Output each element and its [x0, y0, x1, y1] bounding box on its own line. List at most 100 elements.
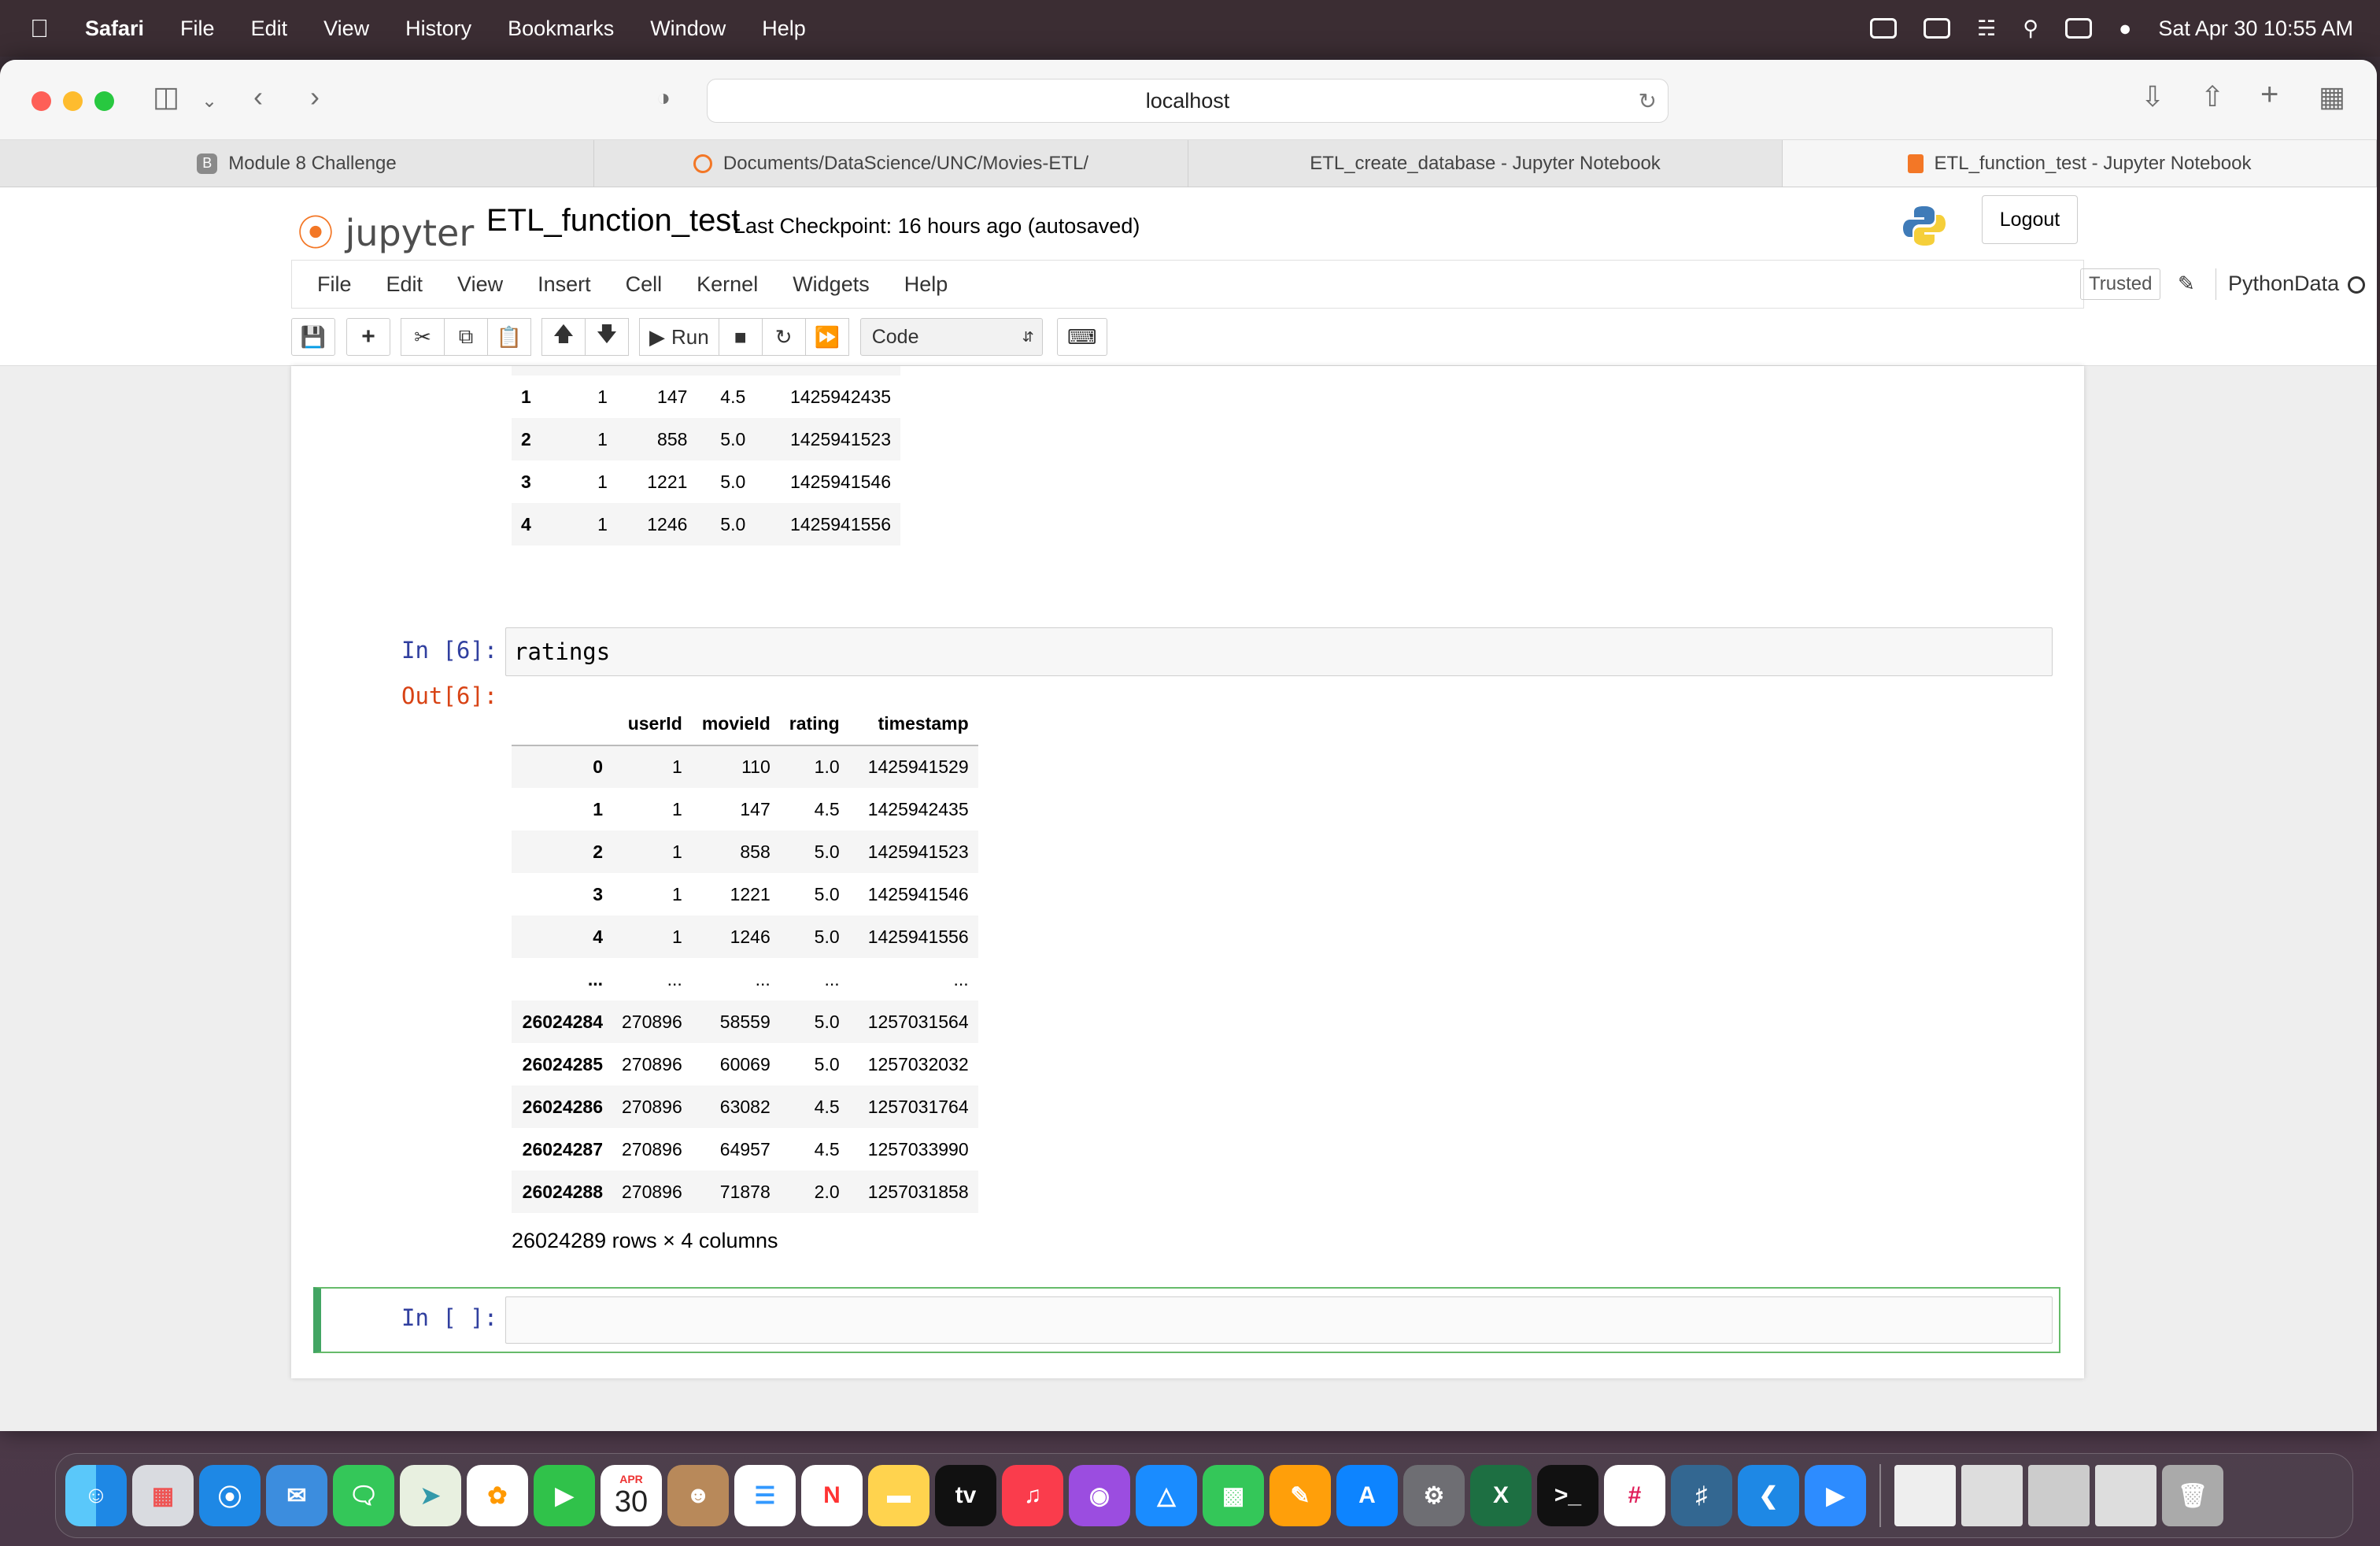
close-window-button[interactable] — [31, 91, 51, 111]
tab-module-8[interactable]: B Module 8 Challenge — [0, 140, 594, 187]
jupyter-logo[interactable]: ⦿ jupyter — [298, 205, 474, 257]
logout-button[interactable]: Logout — [1982, 195, 2078, 244]
nb-menu-view[interactable]: View — [457, 272, 503, 297]
window-thumbnail-icon[interactable] — [2095, 1465, 2156, 1526]
terminal-icon[interactable]: >_ — [1537, 1465, 1598, 1526]
apple-tv-icon[interactable]: tv — [935, 1465, 996, 1526]
photos-icon[interactable]: ✿ — [467, 1465, 528, 1526]
run-button[interactable]: ▶ Run — [639, 318, 719, 356]
paste-button[interactable]: 📋 — [487, 318, 531, 356]
battery-icon[interactable] — [1924, 18, 1951, 39]
camera-icon[interactable] — [1870, 18, 1898, 39]
wifi-icon[interactable]: ☵ — [1977, 17, 1996, 41]
menu-clock[interactable]: Sat Apr 30 10:55 AM — [2158, 17, 2353, 41]
nb-menu-widgets[interactable]: Widgets — [793, 272, 870, 297]
slack-icon[interactable]: # — [1604, 1465, 1665, 1526]
menu-edit[interactable]: Edit — [251, 17, 288, 41]
tab-etl-create-database[interactable]: ETL_create_database - Jupyter Notebook — [1188, 140, 1783, 187]
screenshot-thumbnail-icon[interactable] — [1961, 1465, 2023, 1526]
trash-icon[interactable]: 🗑 — [2162, 1465, 2223, 1526]
trusted-badge[interactable]: Trusted — [2080, 268, 2161, 300]
reload-icon[interactable]: ↻ — [1639, 88, 1657, 114]
chevron-down-icon[interactable]: ⌄ — [201, 90, 217, 113]
zoom-icon[interactable]: ▶ — [1805, 1465, 1866, 1526]
copy-button[interactable]: ⧉ — [444, 318, 488, 356]
menu-help[interactable]: Help — [762, 17, 806, 41]
forward-icon[interactable]: › — [310, 80, 320, 113]
menu-history[interactable]: History — [405, 17, 471, 41]
kernel-name[interactable]: PythonData — [2228, 272, 2339, 296]
nb-menu-edit[interactable]: Edit — [386, 272, 423, 297]
search-icon[interactable]: ⚲ — [2023, 17, 2038, 41]
move-up-button[interactable]: 🡅 — [541, 318, 586, 356]
launchpad-icon[interactable]: ▦ — [132, 1465, 194, 1526]
nb-menu-insert[interactable]: Insert — [538, 272, 591, 297]
zoom-window-button[interactable] — [94, 91, 114, 111]
keynote-icon[interactable]: △ — [1136, 1465, 1197, 1526]
cell-type-select[interactable]: Code ⇵ — [859, 318, 1043, 356]
selected-cell[interactable]: In [ ]: — [313, 1287, 2060, 1353]
back-icon[interactable]: ‹ — [253, 80, 263, 113]
maps-icon[interactable]: ➤ — [400, 1465, 461, 1526]
facetime-icon[interactable]: ▶ — [534, 1465, 595, 1526]
menu-view[interactable]: View — [323, 17, 369, 41]
contacts-icon[interactable]: ☻ — [667, 1465, 729, 1526]
notes-icon[interactable]: ▬ — [868, 1465, 929, 1526]
save-button[interactable]: 💾 — [291, 318, 335, 356]
pages-icon[interactable]: ✎ — [1269, 1465, 1331, 1526]
restart-button[interactable]: ↻ — [761, 318, 806, 356]
nb-menu-cell[interactable]: Cell — [626, 272, 663, 297]
command-palette-button[interactable]: ⌨ — [1056, 318, 1107, 356]
excel-icon[interactable]: X — [1470, 1465, 1532, 1526]
cell-movieid: 63082 — [719, 1096, 771, 1117]
safari-icon[interactable]: ⦿ — [199, 1465, 261, 1526]
postgres-icon[interactable]: ♯ — [1671, 1465, 1732, 1526]
address-bar[interactable]: localhost ↻ — [707, 79, 1669, 123]
nb-menu-kernel[interactable]: Kernel — [697, 272, 758, 297]
reminders-icon[interactable]: ☰ — [734, 1465, 796, 1526]
document-icon[interactable] — [1894, 1465, 1956, 1526]
insert-cell-button[interactable]: + — [346, 318, 390, 356]
window-thumbnail-icon[interactable] — [2028, 1465, 2090, 1526]
calendar-icon[interactable]: APR 30 — [601, 1465, 662, 1526]
restart-run-all-button[interactable]: ⏩ — [804, 318, 849, 356]
share-icon[interactable]: ⇧ — [2201, 80, 2224, 113]
tab-overview-icon[interactable]: ▦ — [2319, 80, 2345, 113]
shield-icon[interactable]: ◑ — [656, 85, 671, 112]
cell6-code-input[interactable]: ratings — [505, 627, 2053, 676]
control-center-icon[interactable] — [2065, 18, 2093, 39]
finder-icon[interactable]: ☺ — [65, 1465, 127, 1526]
podcasts-icon[interactable]: ◉ — [1069, 1465, 1130, 1526]
system-preferences-icon[interactable]: ⚙ — [1403, 1465, 1465, 1526]
empty-code-input[interactable] — [505, 1296, 2053, 1344]
app-store-icon[interactable]: A — [1336, 1465, 1398, 1526]
pencil-icon[interactable]: ✎ — [2178, 272, 2195, 296]
notebook-title[interactable]: ETL_function_test — [486, 203, 740, 239]
sidebar-icon[interactable]: ◫ — [153, 80, 179, 113]
cut-button[interactable]: ✂ — [401, 318, 445, 356]
messages-icon[interactable]: 🗨 — [333, 1465, 394, 1526]
tab-documents[interactable]: Documents/DataScience/UNC/Movies-ETL/ — [594, 140, 1188, 187]
numbers-icon[interactable]: ▩ — [1203, 1465, 1264, 1526]
nb-menu-file[interactable]: File — [317, 272, 352, 297]
music-icon[interactable]: ♫ — [1002, 1465, 1063, 1526]
mail-icon[interactable]: ✉ — [266, 1465, 327, 1526]
nb-menu-help[interactable]: Help — [904, 272, 948, 297]
notebook-area[interactable]: 1 1 147 4.5 1425942435 2 1 858 5.0 14259… — [0, 365, 2377, 1431]
move-down-button[interactable]: 🡇 — [585, 318, 629, 356]
minimize-window-button[interactable] — [63, 91, 83, 111]
cell-userid: 1 — [671, 926, 682, 947]
interrupt-button[interactable]: ■ — [718, 318, 763, 356]
menu-app-name[interactable]: Safari — [85, 17, 144, 41]
menu-window[interactable]: Window — [650, 17, 726, 41]
row-index: 4 — [593, 926, 603, 947]
apple-icon[interactable]:  — [30, 14, 49, 43]
news-icon[interactable]: N — [801, 1465, 863, 1526]
siri-icon[interactable]: ● — [2119, 17, 2131, 41]
tab-etl-function-test[interactable]: ETL_function_test - Jupyter Notebook — [1783, 140, 2377, 187]
menu-file[interactable]: File — [180, 17, 215, 41]
new-tab-icon[interactable]: + — [2260, 77, 2278, 113]
download-icon[interactable]: ⇩ — [2141, 80, 2164, 113]
menu-bookmarks[interactable]: Bookmarks — [508, 17, 614, 41]
vscode-icon[interactable]: ❮ — [1738, 1465, 1799, 1526]
